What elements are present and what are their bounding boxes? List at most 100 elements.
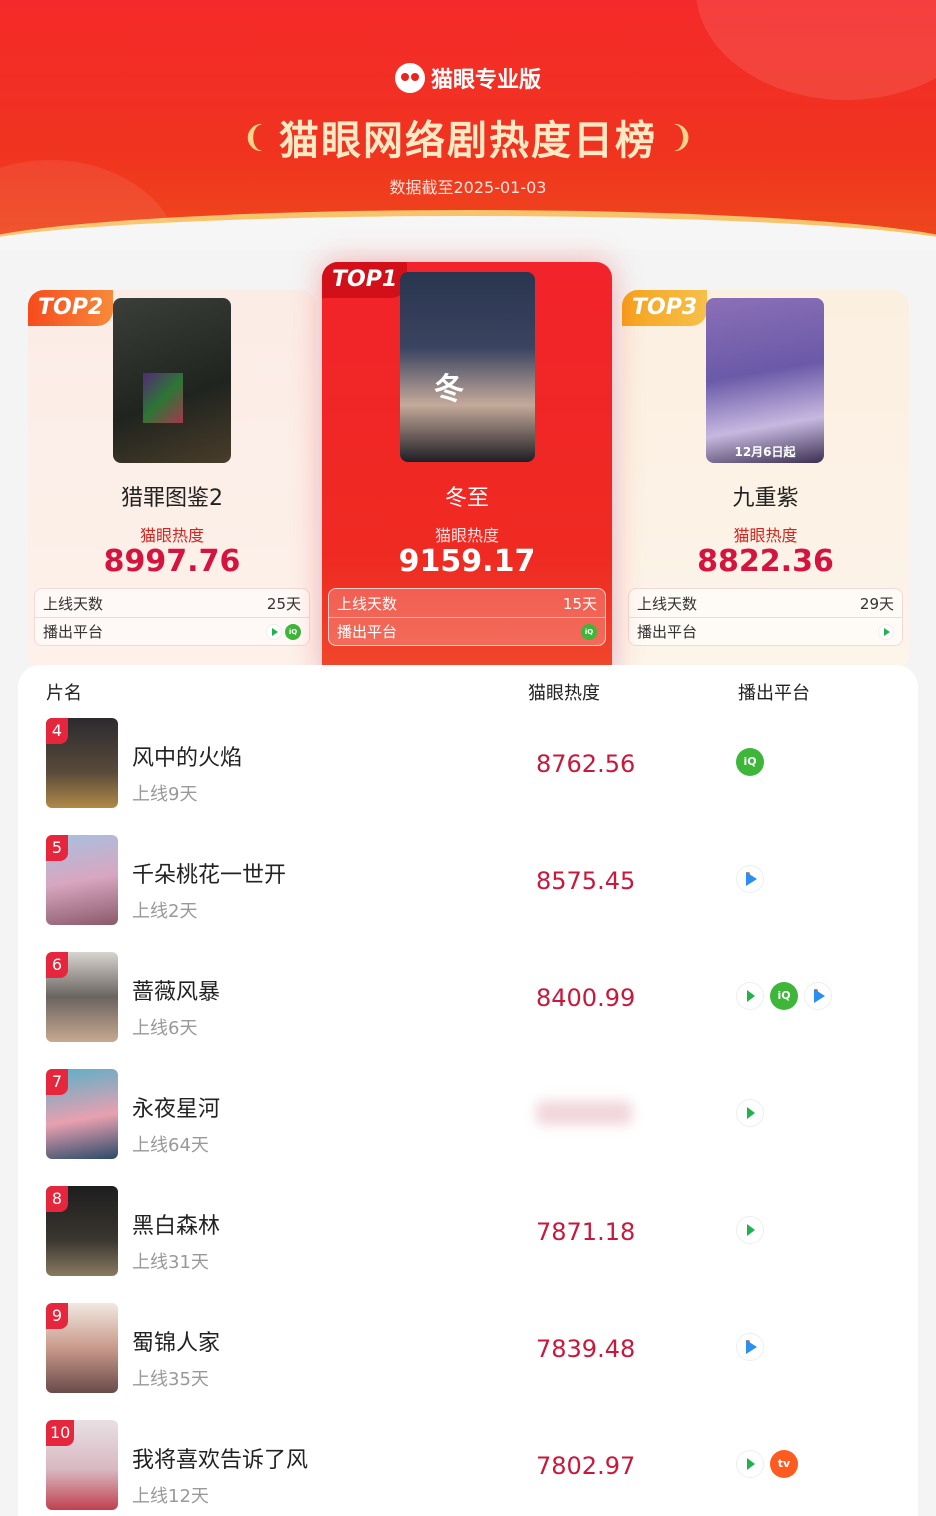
- tencent-video-icon: [266, 623, 282, 640]
- row-days: 上线2天: [132, 901, 198, 922]
- ranking-table: 片名 猫眼热度 播出平台 4 风中的火焰 上线9天 8762.56 iQ 5 千…: [18, 665, 918, 1516]
- days-label: 上线天数: [337, 594, 398, 613]
- header-name: 片名: [46, 683, 82, 704]
- tencent-video-icon: [878, 623, 894, 640]
- header-banner: 猫眼专业版 ❨ 猫眼网络剧热度日榜 ❩ 数据截至2025-01-03: [0, 0, 936, 250]
- top3-tag: TOP3: [622, 290, 708, 326]
- row-poster[interactable]: 8: [46, 1186, 118, 1276]
- youku-icon: [804, 982, 832, 1010]
- row-title: 风中的火焰: [132, 746, 243, 771]
- row-poster[interactable]: 9: [46, 1303, 118, 1393]
- days-value: 29天: [859, 594, 894, 613]
- top2-heat: 8997.76: [103, 544, 241, 579]
- row-platforms: [736, 1216, 764, 1244]
- top3-poster[interactable]: 12月6日起: [706, 298, 824, 463]
- row-days: 上线31天: [132, 1252, 209, 1273]
- rank-badge: 6: [46, 952, 68, 978]
- top2-poster[interactable]: [113, 298, 231, 463]
- row-heat: 7839.48: [536, 1335, 636, 1363]
- days-label: 上线天数: [637, 594, 698, 613]
- iqiyi-icon: iQ: [581, 623, 597, 640]
- top3-card[interactable]: TOP3 12月6日起 九重紫 猫眼热度 8822.36 上线天数 29天 播出…: [622, 290, 909, 670]
- mango-tv-icon: tv: [770, 1450, 798, 1478]
- top3-heat-label: 猫眼热度: [733, 526, 798, 545]
- top1-tag: TOP1: [322, 262, 408, 298]
- tencent-video-icon: [736, 1099, 764, 1127]
- rank-badge: 10: [46, 1420, 75, 1446]
- table-row[interactable]: 5 千朵桃花一世开 上线2天 8575.45: [18, 835, 918, 952]
- top3-platform-row: 播出平台: [629, 617, 902, 645]
- row-days: 上线9天: [132, 784, 198, 805]
- top1-heat: 9159.17: [398, 544, 536, 579]
- row-heat: 8762.56: [536, 750, 636, 778]
- row-platforms: iQ: [736, 748, 764, 776]
- top2-tag: TOP2: [28, 290, 114, 326]
- top1-poster[interactable]: 冬: [400, 272, 535, 462]
- row-heat: [536, 1101, 632, 1131]
- rank-badge: 9: [46, 1303, 68, 1329]
- platform-label: 播出平台: [337, 623, 398, 641]
- top1-info: 上线天数 15天 播出平台 iQ: [328, 588, 606, 646]
- row-platforms: tv: [736, 1450, 798, 1478]
- top2-card[interactable]: TOP2 猎罪图鉴2 猫眼热度 8997.76 上线天数 25天 播出平台 iQ: [28, 290, 316, 670]
- row-title: 千朵桃花一世开: [132, 863, 287, 888]
- table-row[interactable]: 8 黑白森林 上线31天 7871.18: [18, 1186, 918, 1303]
- top3-name: 九重紫: [732, 486, 799, 511]
- rank-badge: 5: [46, 835, 68, 861]
- brand-name: 猫眼专业版: [430, 68, 541, 93]
- iqiyi-icon: iQ: [285, 623, 301, 640]
- table-row[interactable]: 6 蔷薇风暴 上线6天 8400.99 iQ: [18, 952, 918, 1069]
- top1-card[interactable]: TOP1 冬 冬至 猫眼热度 9159.17 上线天数 15天 播出平台 iQ: [322, 262, 612, 682]
- top3-heat: 8822.36: [697, 544, 834, 579]
- platform-label: 播出平台: [43, 623, 104, 641]
- tencent-video-icon: [736, 982, 764, 1010]
- tencent-video-icon: [736, 1450, 764, 1478]
- tencent-video-icon: [736, 1216, 764, 1244]
- row-platforms: iQ: [736, 982, 832, 1010]
- row-poster[interactable]: 7: [46, 1069, 118, 1159]
- data-date: 数据截至2025-01-03: [389, 178, 547, 197]
- top1-name: 冬至: [444, 486, 489, 511]
- page-title: 猫眼网络剧热度日榜: [279, 118, 657, 164]
- top1-days-row: 上线天数 15天: [329, 589, 605, 617]
- row-title: 我将喜欢告诉了风: [132, 1448, 309, 1473]
- row-title: 蔷薇风暴: [132, 980, 221, 1005]
- row-poster[interactable]: 6: [46, 952, 118, 1042]
- days-value: 15天: [562, 594, 597, 613]
- top2-heat-label: 猫眼热度: [139, 526, 204, 545]
- brand: 猫眼专业版: [0, 62, 936, 94]
- row-heat: 8575.45: [536, 867, 636, 895]
- rank-badge: 8: [46, 1186, 68, 1212]
- row-days: 上线35天: [132, 1369, 209, 1390]
- header-curve: [0, 210, 936, 250]
- rank-badge: 4: [46, 718, 68, 744]
- platform-label: 播出平台: [637, 623, 698, 641]
- youku-icon: [736, 865, 764, 893]
- row-title: 永夜星河: [132, 1097, 221, 1122]
- row-heat: 7871.18: [536, 1218, 636, 1246]
- table-header: 片名 猫眼热度 播出平台: [18, 679, 918, 709]
- row-days: 上线64天: [132, 1135, 209, 1156]
- row-platforms: [736, 1333, 764, 1361]
- row-poster[interactable]: 10: [46, 1420, 118, 1510]
- top2-platform-row: 播出平台 iQ: [35, 617, 309, 645]
- iqiyi-icon: iQ: [736, 748, 764, 776]
- days-value: 25天: [266, 594, 301, 613]
- top1-platform-row: 播出平台 iQ: [329, 617, 605, 645]
- youku-icon: [736, 1333, 764, 1361]
- rank-badge: 7: [46, 1069, 68, 1095]
- table-row[interactable]: 10 我将喜欢告诉了风 上线12天 7802.97 tv: [18, 1420, 918, 1516]
- table-row[interactable]: 4 风中的火焰 上线9天 8762.56 iQ: [18, 718, 918, 835]
- row-days: 上线6天: [132, 1018, 198, 1039]
- row-poster[interactable]: 5: [46, 835, 118, 925]
- row-poster[interactable]: 4: [46, 718, 118, 808]
- top3-days-row: 上线天数 29天: [629, 589, 902, 617]
- row-heat: 7802.97: [536, 1452, 636, 1480]
- top3-info: 上线天数 29天 播出平台: [628, 588, 903, 646]
- table-row[interactable]: 9 蜀锦人家 上线35天 7839.48: [18, 1303, 918, 1420]
- row-title: 蜀锦人家: [132, 1331, 221, 1356]
- table-row[interactable]: 7 永夜星河 上线64天: [18, 1069, 918, 1186]
- header-heat: 猫眼热度: [528, 683, 600, 704]
- row-platforms: [736, 1099, 764, 1127]
- top2-info: 上线天数 25天 播出平台 iQ: [34, 588, 310, 646]
